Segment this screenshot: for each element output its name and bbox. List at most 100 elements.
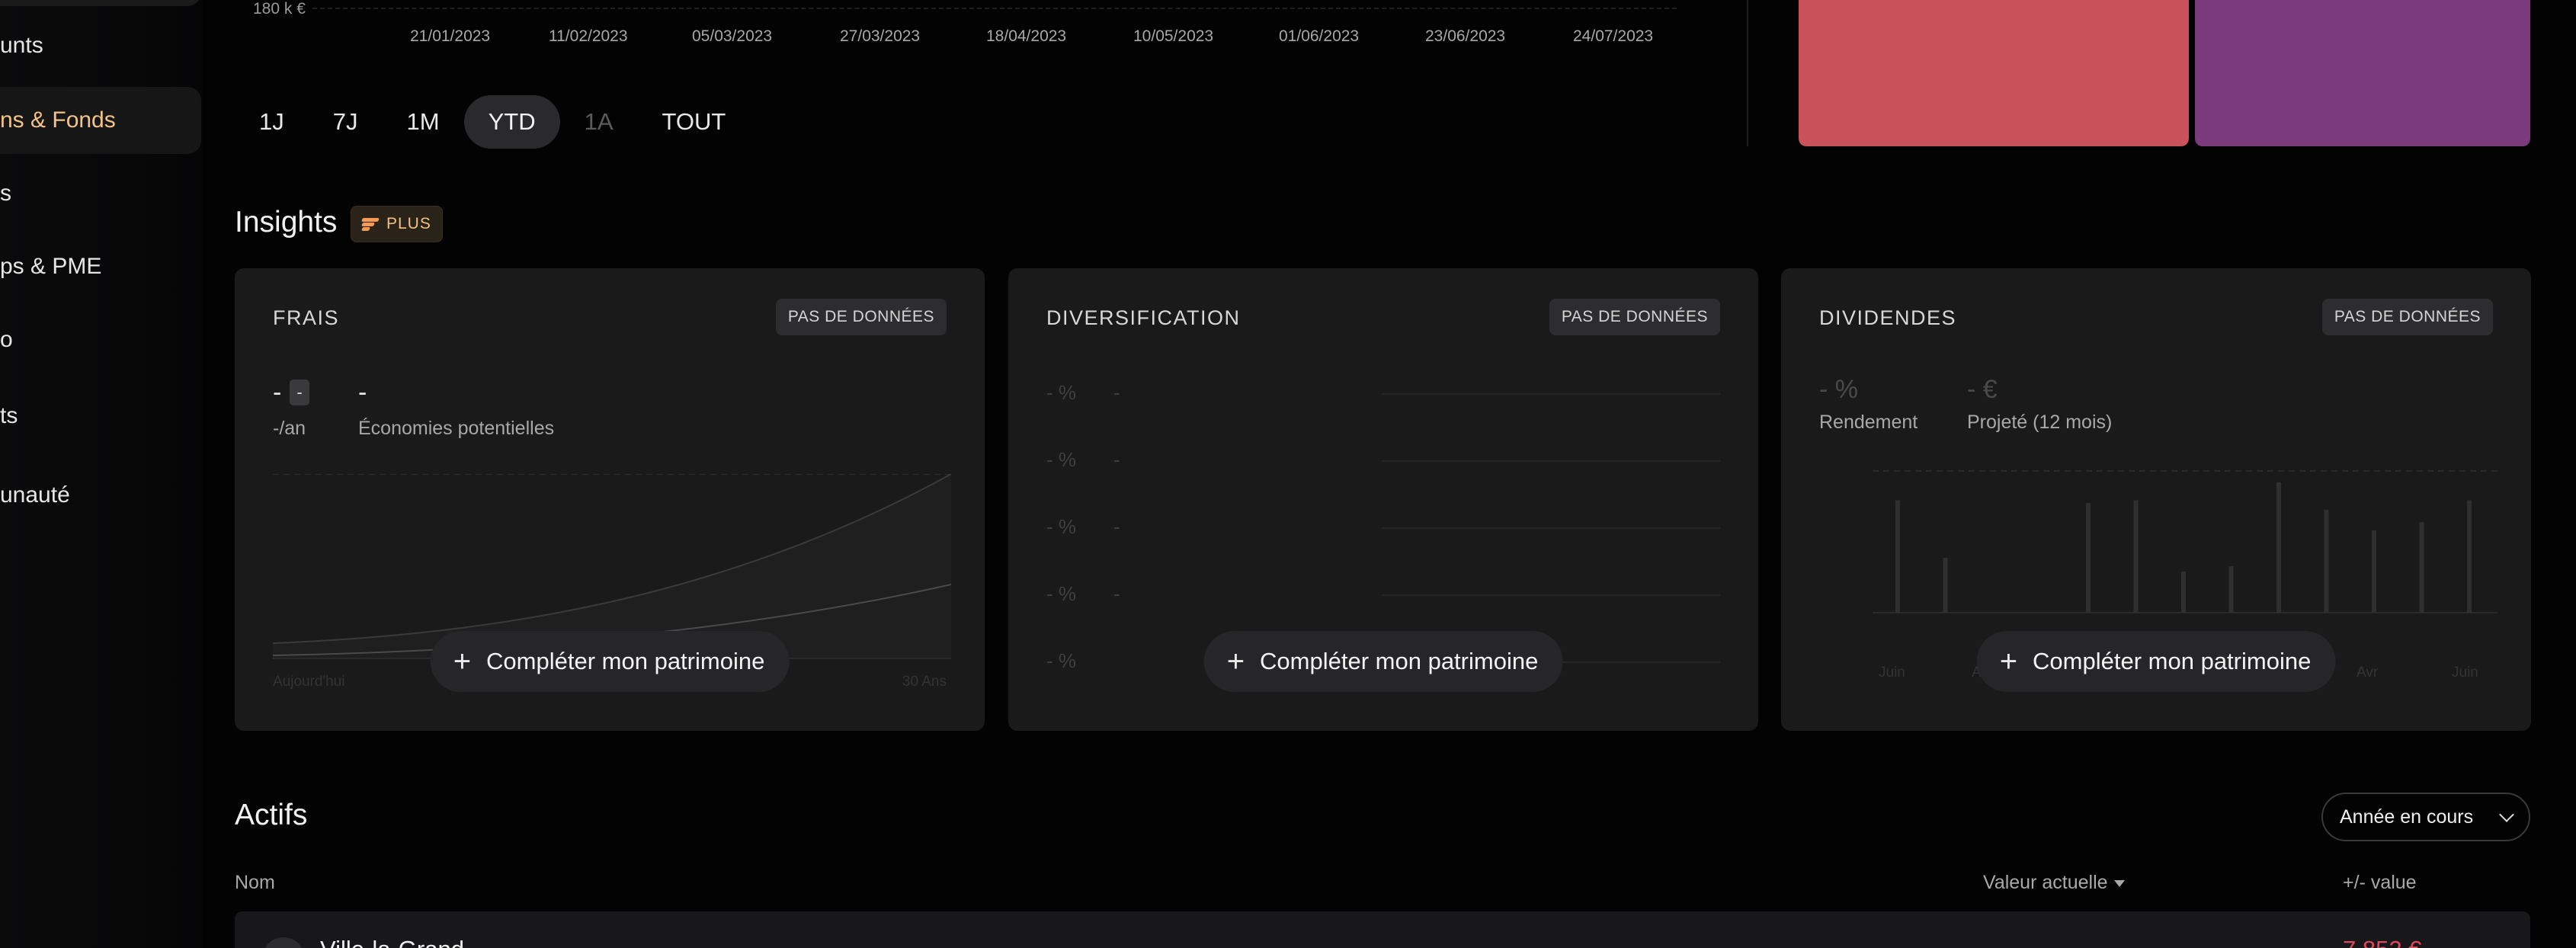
chart-y-label: 180 k € bbox=[253, 0, 306, 18]
projete-value: - € bbox=[1967, 375, 1998, 404]
frais-info-chip[interactable]: - bbox=[290, 380, 309, 405]
chart-x-tick-label: 21/01/2023 bbox=[410, 27, 491, 45]
diversification-label: - bbox=[1113, 448, 1120, 471]
plus-icon: + bbox=[1999, 645, 2018, 678]
economies-value: - bbox=[358, 378, 367, 407]
table-row[interactable]: Ville-la-Grand 7 852 € bbox=[235, 911, 2530, 948]
asset-avatar bbox=[262, 937, 305, 948]
sidebar: unts ns & Fonds s ps & PME o ts unauté bbox=[0, 0, 203, 948]
sidebar-item-comptes[interactable]: unts bbox=[0, 12, 201, 79]
dividend-bar bbox=[2228, 565, 2234, 613]
range-tout-button[interactable]: TOUT bbox=[638, 95, 751, 149]
dividend-bar bbox=[1895, 500, 1900, 613]
cta-label: Compléter mon patrimoine bbox=[2033, 648, 2312, 674]
column-valeur-actuelle[interactable]: Valeur actuelle bbox=[1983, 872, 2125, 894]
rendement-value: - % bbox=[1819, 375, 1858, 404]
projete-label: Projeté (12 mois) bbox=[1967, 412, 2113, 433]
allocation-tile[interactable] bbox=[2195, 0, 2530, 146]
range-7j-button[interactable]: 7J bbox=[309, 95, 383, 149]
column-plus-minus-value[interactable]: +/- value bbox=[2343, 872, 2417, 894]
sort-desc-icon bbox=[2113, 879, 2125, 887]
dividend-bar bbox=[2181, 572, 2186, 613]
panel-divider bbox=[1747, 0, 1748, 146]
complete-patrimoine-button[interactable]: + Compléter mon patrimoine bbox=[1203, 631, 1563, 692]
dividendes-bar-chart bbox=[1873, 470, 2498, 613]
diversification-bar-track bbox=[1382, 460, 1720, 462]
diversification-bar-track bbox=[1382, 527, 1720, 529]
allocation-tile[interactable] bbox=[1799, 0, 2189, 146]
no-data-badge: PAS DE DONNÉES bbox=[2321, 299, 2493, 335]
diversification-percent: - % bbox=[1046, 515, 1076, 538]
plus-icon: + bbox=[453, 645, 472, 678]
chart-x-tick-label: 27/03/2023 bbox=[840, 27, 921, 45]
frais-x-start: Aujourd'hui bbox=[273, 674, 345, 690]
plus-logo-icon bbox=[361, 218, 380, 231]
period-select[interactable]: Année en cours bbox=[2321, 793, 2530, 841]
chart-x-tick-label: 24/07/2023 bbox=[1573, 27, 1654, 45]
chart-x-tick-label: 10/05/2023 bbox=[1133, 27, 1214, 45]
sidebar-item-crypto[interactable]: o bbox=[0, 306, 201, 373]
dividendes-x-label-0: Juin bbox=[1879, 665, 1905, 681]
diversification-bar-track bbox=[1382, 393, 1720, 395]
complete-patrimoine-button[interactable]: + Compléter mon patrimoine bbox=[1976, 631, 2336, 692]
diversification-bar-track bbox=[1382, 594, 1720, 596]
dividend-bar bbox=[2372, 530, 2376, 613]
plus-badge-label: PLUS bbox=[386, 215, 431, 232]
diversification-label: - bbox=[1113, 515, 1120, 538]
sidebar-item-6[interactable]: ts bbox=[0, 383, 201, 450]
plus-icon: + bbox=[1226, 645, 1245, 678]
dividend-bar bbox=[2419, 522, 2424, 613]
time-range-selector: 1J 7J 1M YTD 1A TOUT bbox=[235, 95, 750, 149]
column-nom[interactable]: Nom bbox=[235, 872, 275, 894]
range-ytd-button[interactable]: YTD bbox=[463, 95, 560, 149]
dividend-bar bbox=[2133, 500, 2139, 613]
chart-x-tick-label: 05/03/2023 bbox=[692, 27, 773, 45]
frais-value: - bbox=[273, 378, 282, 407]
chart-x-tick-label: 11/02/2023 bbox=[549, 27, 628, 45]
frais-title: FRAIS bbox=[273, 306, 340, 329]
diversification-percent: - % bbox=[1046, 381, 1076, 404]
cta-label: Compléter mon patrimoine bbox=[486, 648, 765, 674]
sidebar-item-3[interactable]: s bbox=[0, 160, 201, 227]
rendement-label: Rendement bbox=[1819, 412, 1918, 433]
plus-badge: PLUS bbox=[351, 206, 443, 242]
economies-label: Économies potentielles bbox=[358, 418, 555, 439]
dividend-bar bbox=[2324, 510, 2329, 613]
dividend-bar bbox=[2276, 482, 2281, 613]
range-1a-button[interactable]: 1A bbox=[560, 95, 638, 149]
frais-x-end: 30 Ans bbox=[902, 674, 947, 690]
asset-name: Ville-la-Grand bbox=[320, 936, 464, 948]
no-data-badge: PAS DE DONNÉES bbox=[775, 299, 947, 335]
insights-title: Insights bbox=[235, 206, 338, 239]
sidebar-item-actions-fonds[interactable]: ns & Fonds bbox=[0, 87, 201, 154]
diversification-label: - bbox=[1113, 381, 1120, 404]
chart-gridline bbox=[312, 8, 1677, 9]
diversification-card: DIVERSIFICATION PAS DE DONNÉES - % - - % - -… bbox=[1008, 268, 1758, 731]
actifs-title: Actifs bbox=[235, 799, 308, 831]
chart-x-tick-label: 23/06/2023 bbox=[1425, 27, 1506, 45]
sidebar-item-startups-pme[interactable]: ps & PME bbox=[0, 233, 201, 300]
period-select-value: Année en cours bbox=[2340, 805, 2474, 828]
complete-patrimoine-button[interactable]: + Compléter mon patrimoine bbox=[430, 631, 790, 692]
dividendes-x-label-3: Juin bbox=[2452, 665, 2478, 681]
dividendes-title: DIVIDENDES bbox=[1819, 306, 1957, 329]
diversification-title: DIVERSIFICATION bbox=[1046, 306, 1241, 329]
cta-label: Compléter mon patrimoine bbox=[1260, 648, 1539, 674]
dividend-bar bbox=[1943, 558, 1948, 613]
chart-x-tick-label: 01/06/2023 bbox=[1279, 27, 1360, 45]
diversification-percent: - % bbox=[1046, 448, 1076, 471]
range-1j-button[interactable]: 1J bbox=[235, 95, 309, 149]
diversification-label: - bbox=[1113, 582, 1120, 605]
chart-x-tick-label: 18/04/2023 bbox=[986, 27, 1067, 45]
sidebar-item-communaute[interactable]: unauté bbox=[0, 462, 201, 529]
dividendes-card: DIVIDENDES PAS DE DONNÉES - % Rendement … bbox=[1781, 268, 2531, 731]
dividend-bar bbox=[2467, 500, 2472, 613]
no-data-badge: PAS DE DONNÉES bbox=[1549, 299, 1720, 335]
sidebar-top-item[interactable] bbox=[0, 0, 201, 6]
range-1m-button[interactable]: 1M bbox=[383, 95, 464, 149]
dividend-bar bbox=[2086, 503, 2091, 613]
dividendes-x-label-2: Avr bbox=[2357, 665, 2379, 681]
frais-per-year: -/an bbox=[273, 418, 306, 439]
diversification-percent: - % bbox=[1046, 649, 1076, 672]
asset-plus-minus-value: 7 852 € bbox=[2343, 936, 2421, 948]
